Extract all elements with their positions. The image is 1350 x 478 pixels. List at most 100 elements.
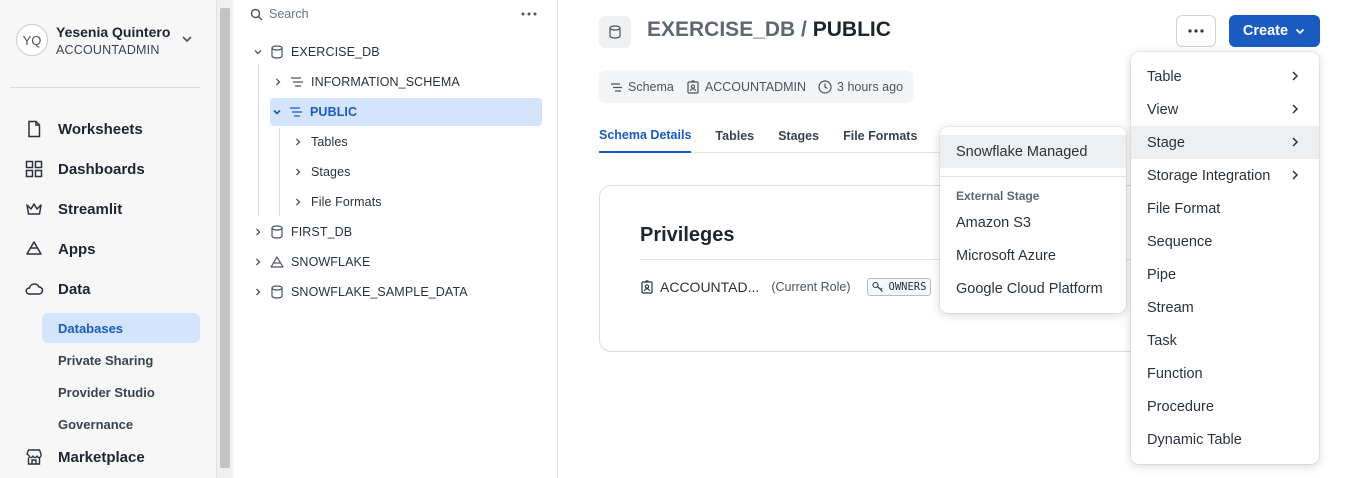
menu-item-stage[interactable]: Stage: [1131, 126, 1319, 159]
tree-node-label: Stages: [311, 165, 351, 179]
nav-item-marketplace[interactable]: Marketplace: [24, 445, 145, 469]
menu-item-microsoft-azure[interactable]: Microsoft Azure: [940, 239, 1126, 272]
crown-icon: [24, 199, 44, 219]
menu-item-label: View: [1147, 101, 1179, 118]
tree-node-label: Tables: [311, 135, 348, 149]
nav-item-dashboards[interactable]: Dashboards: [24, 157, 145, 181]
chevron-right-icon: [251, 225, 265, 239]
chevron-right-icon: [1292, 104, 1299, 114]
privilege-badge-label: OWNERS: [888, 281, 927, 293]
nav-label: Dashboards: [58, 160, 145, 178]
tree-node-exercise-db[interactable]: EXERCISE_DB: [251, 38, 541, 66]
menu-item-label: Storage Integration: [1147, 167, 1271, 184]
chevron-right-icon: [291, 165, 305, 179]
menu-item-snowflake-managed[interactable]: Snowflake Managed: [940, 135, 1126, 168]
tree-node-first-db[interactable]: FIRST_DB: [251, 218, 541, 246]
menu-divider: [940, 176, 1126, 177]
tree-node-information-schema[interactable]: INFORMATION_SCHEMA: [271, 68, 541, 96]
apps-icon: [24, 239, 44, 259]
menu-item-table[interactable]: Table: [1131, 60, 1319, 93]
menu-item-procedure[interactable]: Procedure: [1131, 390, 1319, 423]
tree-node-snowflake[interactable]: SNOWFLAKE: [251, 248, 541, 276]
object-meta: Schema ACCOUNTADMIN 3 hours ago: [599, 71, 914, 103]
tab-stages[interactable]: Stages: [778, 118, 819, 153]
more-options-icon[interactable]: [518, 5, 540, 23]
create-label: Create: [1242, 23, 1289, 39]
nav-sub-governance[interactable]: Governance: [42, 409, 200, 439]
more-actions-button[interactable]: [1176, 15, 1216, 47]
chevron-right-icon: [1292, 170, 1299, 180]
chevron-right-icon: [251, 255, 265, 269]
tree-node-public[interactable]: PUBLIC: [270, 98, 542, 126]
tab-tables[interactable]: Tables: [715, 118, 754, 153]
meta-type-label: Schema: [628, 80, 674, 94]
tree-node-label: EXERCISE_DB: [291, 45, 380, 59]
privilege-badge: OWNERS: [866, 278, 932, 296]
menu-item-dynamic-table[interactable]: Dynamic Table: [1131, 423, 1319, 456]
tree-node-file-formats[interactable]: File Formats: [291, 188, 541, 216]
menu-item-sequence[interactable]: Sequence: [1131, 225, 1319, 258]
create-button[interactable]: Create: [1229, 15, 1320, 47]
app-icon: [269, 254, 285, 270]
key-icon: [871, 281, 883, 292]
chevron-right-icon: [291, 135, 305, 149]
role-badge-icon: [686, 80, 700, 94]
nav-item-streamlit[interactable]: Streamlit: [24, 197, 122, 221]
menu-item-amazon-s3[interactable]: Amazon S3: [940, 206, 1126, 239]
tree-guide-line: [258, 64, 259, 216]
chevron-down-icon: [182, 36, 192, 43]
tree-node-stages[interactable]: Stages: [291, 158, 541, 186]
search-placeholder: Search: [269, 7, 309, 21]
stage-submenu: Snowflake Managed External Stage Amazon …: [940, 127, 1126, 313]
meta-type: Schema: [609, 80, 674, 94]
nav-label: Streamlit: [58, 200, 123, 218]
menu-item-view[interactable]: View: [1131, 93, 1319, 126]
tree-node-snowflake-sample-data[interactable]: SNOWFLAKE_SAMPLE_DATA: [251, 278, 541, 306]
nav-label: Worksheets: [58, 120, 143, 138]
tree-node-label: PUBLIC: [310, 105, 358, 119]
meta-owner-label: ACCOUNTADMIN: [704, 80, 807, 94]
menu-item-storage-integration[interactable]: Storage Integration: [1131, 159, 1319, 192]
chevron-right-icon: [291, 195, 305, 209]
menu-item-google-cloud-platform[interactable]: Google Cloud Platform: [940, 272, 1126, 305]
meta-updated: 3 hours ago: [818, 80, 903, 94]
tab-file-formats[interactable]: File Formats: [843, 118, 917, 153]
tree-node-label: SNOWFLAKE: [291, 255, 371, 269]
menu-item-label: Table: [1147, 68, 1182, 85]
user-role: ACCOUNTADMIN: [56, 42, 160, 57]
create-menu: Table View Stage Storage Integration Fil…: [1131, 52, 1319, 464]
nav-sub-provider-studio[interactable]: Provider Studio: [42, 377, 200, 407]
tree-node-label: FIRST_DB: [291, 225, 353, 239]
left-nav: YQ Yesenia Quintero ACCOUNTADMIN Workshe…: [0, 0, 216, 478]
privilege-row: ACCOUNTAD... (Current Role) OWNERS: [640, 276, 932, 298]
tree-node-tables[interactable]: Tables: [291, 128, 541, 156]
tab-schema-details[interactable]: Schema Details: [599, 118, 692, 153]
nav-scrollbar[interactable]: [216, 0, 233, 478]
meta-updated-label: 3 hours ago: [837, 80, 904, 94]
chevron-down-icon: [251, 45, 265, 59]
privilege-role: ACCOUNTAD...: [660, 279, 760, 295]
search-input[interactable]: Search: [250, 2, 510, 26]
menu-item-file-format[interactable]: File Format: [1131, 192, 1319, 225]
schema-icon: [609, 80, 623, 94]
nav-sub-private-sharing[interactable]: Private Sharing: [42, 345, 200, 375]
chevron-right-icon: [1292, 71, 1299, 81]
clock-icon: [818, 80, 832, 94]
nav-item-worksheets[interactable]: Worksheets: [24, 117, 143, 141]
menu-group-label: External Stage: [956, 189, 1040, 203]
role-badge-icon: [640, 280, 654, 294]
nav-sub-databases[interactable]: Databases: [42, 313, 200, 343]
nav-item-data[interactable]: Data: [24, 277, 91, 301]
user-name: Yesenia Quintero: [56, 23, 171, 40]
menu-item-task[interactable]: Task: [1131, 324, 1319, 357]
title-database[interactable]: EXERCISE_DB /: [647, 18, 807, 41]
menu-item-pipe[interactable]: Pipe: [1131, 258, 1319, 291]
privileges-title: Privileges: [640, 224, 735, 246]
user-menu[interactable]: YQ Yesenia Quintero ACCOUNTADMIN: [16, 20, 206, 60]
menu-item-function[interactable]: Function: [1131, 357, 1319, 390]
nav-item-apps[interactable]: Apps: [24, 237, 96, 261]
nav-divider: [10, 87, 200, 88]
menu-item-stream[interactable]: Stream: [1131, 291, 1319, 324]
scrollbar-thumb[interactable]: [220, 8, 230, 468]
cloud-icon: [24, 279, 44, 299]
